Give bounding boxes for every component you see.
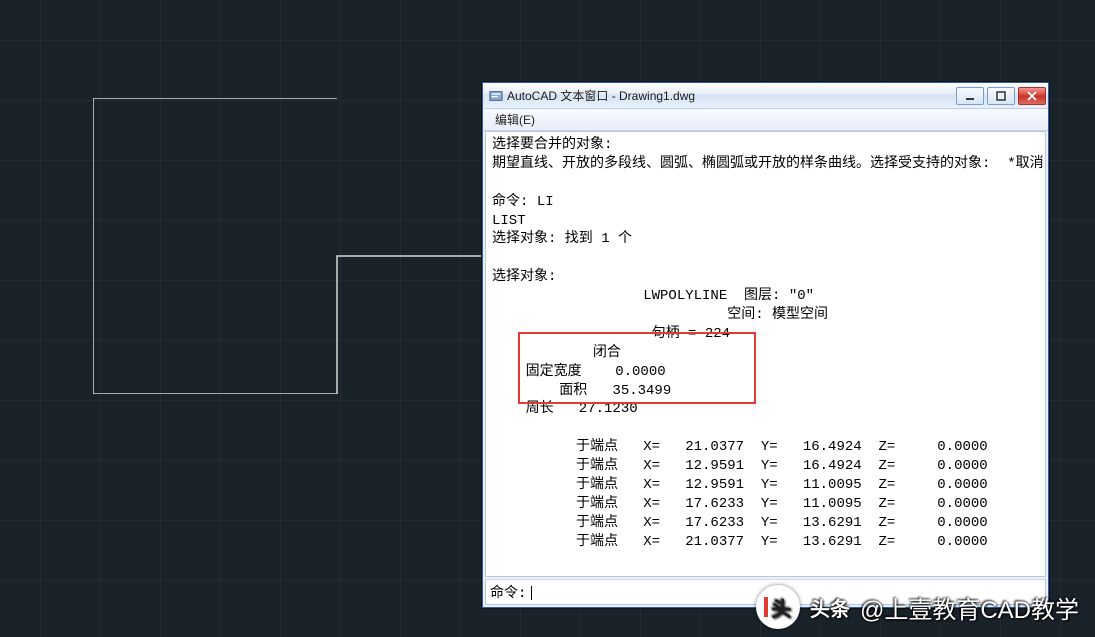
menu-edit[interactable]: 编辑(E) bbox=[487, 109, 543, 130]
titlebar[interactable]: AutoCAD 文本窗口 - Drawing1.dwg bbox=[483, 83, 1048, 109]
watermark-brand: 头条 bbox=[810, 593, 850, 622]
minimize-button[interactable] bbox=[956, 87, 984, 105]
line-fixed-width: 固定宽度 0.0000 bbox=[492, 364, 666, 380]
cmd-label-1: 命令: bbox=[492, 194, 537, 210]
watermark-author: @上壹教育CAD教学 bbox=[860, 590, 1079, 625]
line-expect: 期望直线、开放的多段线、圆弧、椭圆弧或开放的样条曲线。选择受支持的对象: *取消 bbox=[492, 156, 1044, 172]
text-window: AutoCAD 文本窗口 - Drawing1.dwg 编辑(E) 选择要合并的… bbox=[482, 82, 1049, 608]
line-handle: 句柄 = 224 bbox=[492, 326, 730, 342]
window-buttons bbox=[956, 87, 1046, 105]
line-perimeter: 周长 27.1230 bbox=[492, 401, 638, 417]
line-space: 空间: 模型空间 bbox=[492, 307, 828, 323]
toutiao-logo-icon: 头 bbox=[756, 585, 800, 629]
maximize-button[interactable] bbox=[987, 87, 1015, 105]
menubar: 编辑(E) bbox=[483, 109, 1048, 131]
command-prompt: 命令: bbox=[490, 582, 526, 602]
line-closed: 闭合 bbox=[492, 345, 621, 361]
line-area: 面积 35.3499 bbox=[492, 383, 671, 399]
watermark: 头 头条 @上壹教育CAD教学 bbox=[756, 585, 1079, 629]
line-select-found: 选择对象: 找到 1 个 bbox=[492, 231, 632, 247]
cmd-li: LI bbox=[537, 194, 554, 210]
app-icon bbox=[489, 89, 503, 103]
window-title: AutoCAD 文本窗口 - Drawing1.dwg bbox=[507, 87, 956, 104]
vertex-block: 于端点 X= 21.0377 Y= 16.4924 Z= 0.0000 于端点 … bbox=[492, 439, 988, 549]
close-button[interactable] bbox=[1018, 87, 1046, 105]
line-lwpolyline: LWPOLYLINE 图层: "0" bbox=[492, 288, 814, 304]
line-select-merge: 选择要合并的对象: bbox=[492, 137, 612, 153]
line-select-obj: 选择对象: bbox=[492, 269, 556, 285]
text-caret bbox=[531, 586, 532, 600]
console-output[interactable]: 选择要合并的对象: 期望直线、开放的多段线、圆弧、椭圆弧或开放的样条曲线。选择受… bbox=[485, 131, 1046, 577]
cmd-list: LIST bbox=[492, 213, 526, 229]
